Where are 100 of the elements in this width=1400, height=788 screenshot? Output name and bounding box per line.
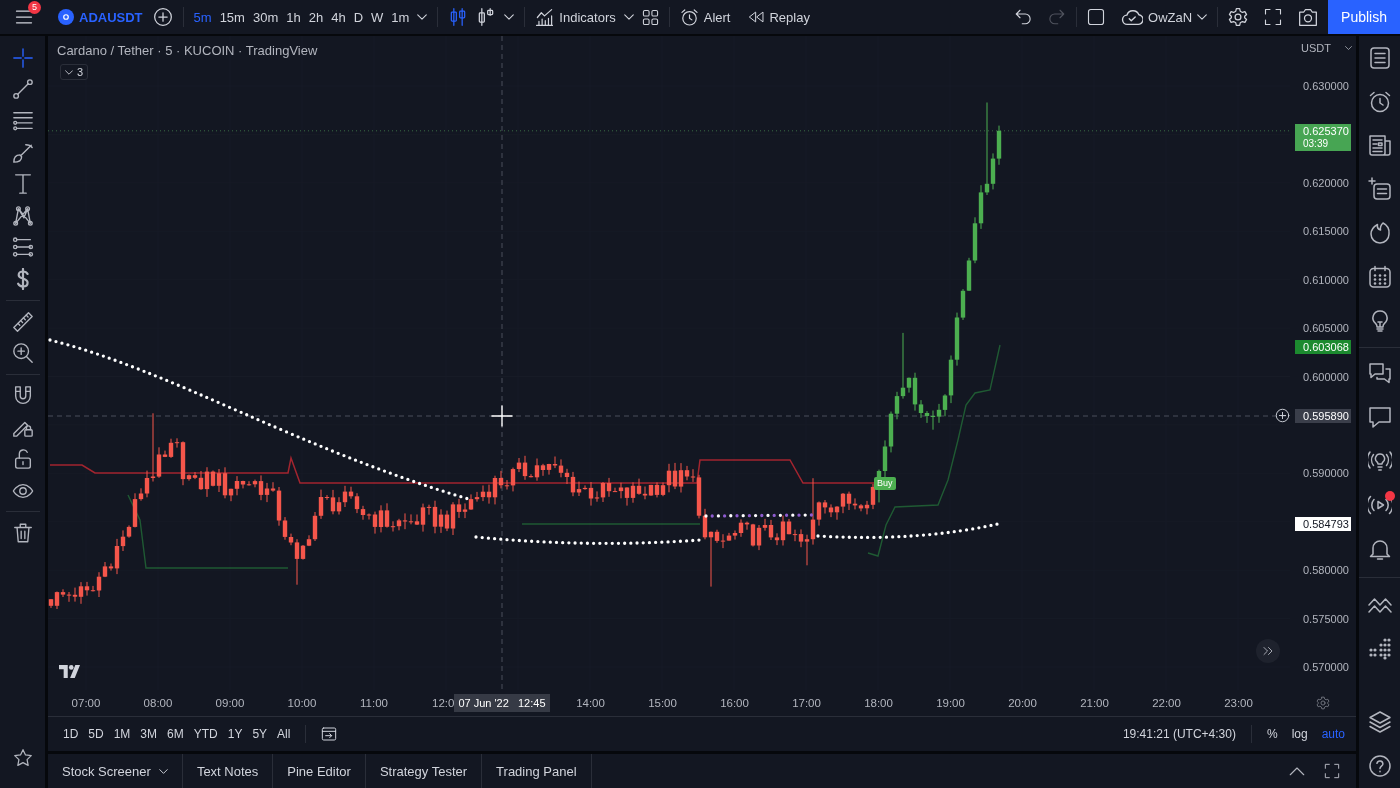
price-label: 0.630000 — [1303, 79, 1349, 93]
caret-down-icon — [1344, 46, 1352, 50]
logo-icon — [59, 665, 80, 678]
crosshair-price-tag: 0.595890 — [1295, 409, 1351, 424]
dots-grid-icon — [1367, 637, 1392, 662]
layout-name-button[interactable]: OwZaN — [1117, 3, 1212, 31]
chat-bubble-icon — [1367, 405, 1392, 430]
caret-down-icon — [158, 768, 168, 774]
plus-button[interactable] — [1275, 408, 1290, 424]
symbol-button[interactable]: ADAUSDT — [52, 3, 149, 31]
plus-circle-icon — [1275, 408, 1290, 424]
double-chevron-icon — [1262, 645, 1274, 657]
range-button[interactable]: 1Y — [222, 722, 248, 746]
price-label: 0.620000 — [1303, 175, 1349, 190]
panel-tab[interactable]: Stock Screener — [48, 754, 183, 788]
time-label: 10:00 — [287, 697, 317, 709]
square-icon — [1087, 8, 1105, 26]
time-label: 12:0 — [432, 697, 455, 709]
caret-down-icon — [504, 14, 515, 20]
price-label: 0.625370 — [1303, 123, 1350, 138]
caret-down-icon — [65, 69, 73, 75]
interval-button[interactable]: W — [367, 3, 388, 31]
time-label: 19:00 — [936, 697, 965, 709]
interval-button[interactable]: 15m — [215, 3, 249, 31]
axis-settings-button[interactable] — [1316, 696, 1330, 710]
interval-button[interactable]: 4h — [327, 3, 350, 31]
price-label: 0.570000 — [1303, 660, 1349, 674]
time-label: 23:00 — [1224, 697, 1253, 709]
interval-button[interactable]: 2h — [304, 3, 328, 31]
time-label: 08:00 — [143, 697, 173, 709]
alert-button[interactable]: Alert — [675, 3, 735, 31]
replay-button[interactable]: Replay — [744, 3, 814, 31]
bar-chart-icon — [535, 7, 555, 27]
time-label: 20:00 — [1008, 697, 1037, 709]
range-button[interactable]: 5Y — [247, 722, 273, 746]
time-label: 22:00 — [1152, 697, 1181, 709]
node-pattern-icon — [11, 204, 34, 227]
scale-mode-button[interactable]: auto — [1316, 722, 1350, 746]
flame-icon — [1367, 221, 1392, 246]
crosshair-icon — [11, 46, 34, 69]
time-label: 09:00 — [215, 697, 245, 709]
gear-icon — [1316, 696, 1330, 710]
calendar-icon — [1367, 264, 1392, 289]
currency-button[interactable]: USDT — [1301, 41, 1352, 55]
brush-icon — [11, 141, 34, 164]
range-button[interactable]: All — [272, 722, 296, 746]
panel-tab[interactable]: Trading Panel — [482, 754, 592, 788]
scale-mode-button[interactable]: log — [1286, 722, 1313, 746]
interval-button[interactable]: 1m — [387, 3, 414, 31]
range-button[interactable]: 1D — [58, 722, 84, 746]
list-sparkle-icon — [1367, 177, 1392, 202]
list-icon — [1367, 45, 1392, 70]
lines-with-nodes-icon — [11, 236, 34, 259]
interval-button[interactable]: 1h — [282, 3, 305, 31]
redo-icon — [1048, 8, 1066, 26]
scroll-to-latest-button[interactable] — [1256, 639, 1280, 663]
panel-tab[interactable]: Text Notes — [182, 754, 274, 788]
horizontal-lines-icon — [11, 110, 34, 132]
lightbulb-waves-icon — [1367, 449, 1392, 474]
scale-mode-button[interactable]: % — [1261, 722, 1283, 746]
buy-signal-label: Buy — [874, 477, 896, 490]
fullscreen-icon — [1264, 8, 1283, 26]
crosshair-cursor-icon — [491, 405, 513, 427]
range-button[interactable]: 5D — [83, 722, 109, 746]
timezone-clock[interactable]: 19:41:21 (UTC+4:30) — [1117, 722, 1241, 746]
undo-icon — [1014, 8, 1032, 26]
time-label: 07:00 — [71, 697, 101, 709]
panel-tab[interactable]: Pine Editor — [273, 754, 366, 788]
publish-button[interactable]: Publish — [1328, 0, 1400, 34]
range-button[interactable]: YTD — [188, 722, 223, 746]
trash-icon — [11, 522, 34, 545]
caret-down-icon — [623, 14, 634, 20]
coin-icon — [58, 9, 74, 25]
range-button[interactable]: 3M — [135, 722, 163, 746]
grid-icon — [641, 8, 659, 26]
time-label: 16:00 — [720, 697, 749, 709]
indicator-price-tag: 0.584793 — [1295, 516, 1351, 531]
time-label: 15:00 — [648, 697, 677, 709]
price-label: 0.610000 — [1303, 272, 1349, 287]
price-label: 0.590000 — [1303, 466, 1349, 481]
time-label: 11:00 — [360, 697, 388, 709]
chart-legend: Cardano / Tether · 5 · KUCOIN · TradingView — [57, 43, 318, 58]
legend-toggle-button[interactable]: 3 — [60, 64, 89, 80]
range-button[interactable]: 6M — [162, 722, 189, 746]
countdown-timer: 03:39 — [1303, 137, 1330, 150]
range-button[interactable]: 1M — [108, 722, 136, 746]
interval-button[interactable]: D — [349, 3, 367, 31]
gear-icon — [1228, 7, 1249, 27]
interval-button[interactable]: 5m — [189, 3, 216, 31]
level-price-tag: 0.603068 — [1295, 339, 1351, 354]
panel-tab[interactable]: Strategy Tester — [365, 754, 483, 788]
price-label: 0.575000 — [1303, 611, 1349, 626]
caret-down-icon — [417, 14, 428, 20]
time-label: 18:00 — [864, 697, 893, 709]
interval-button[interactable]: 30m — [248, 3, 283, 31]
price-label: 0.580000 — [1303, 563, 1349, 578]
caret-down-icon — [1197, 14, 1208, 20]
indicators-button[interactable]: Indicators — [531, 3, 620, 31]
alarm-clock-icon — [679, 7, 699, 27]
chat-bubbles-icon — [1367, 361, 1392, 386]
